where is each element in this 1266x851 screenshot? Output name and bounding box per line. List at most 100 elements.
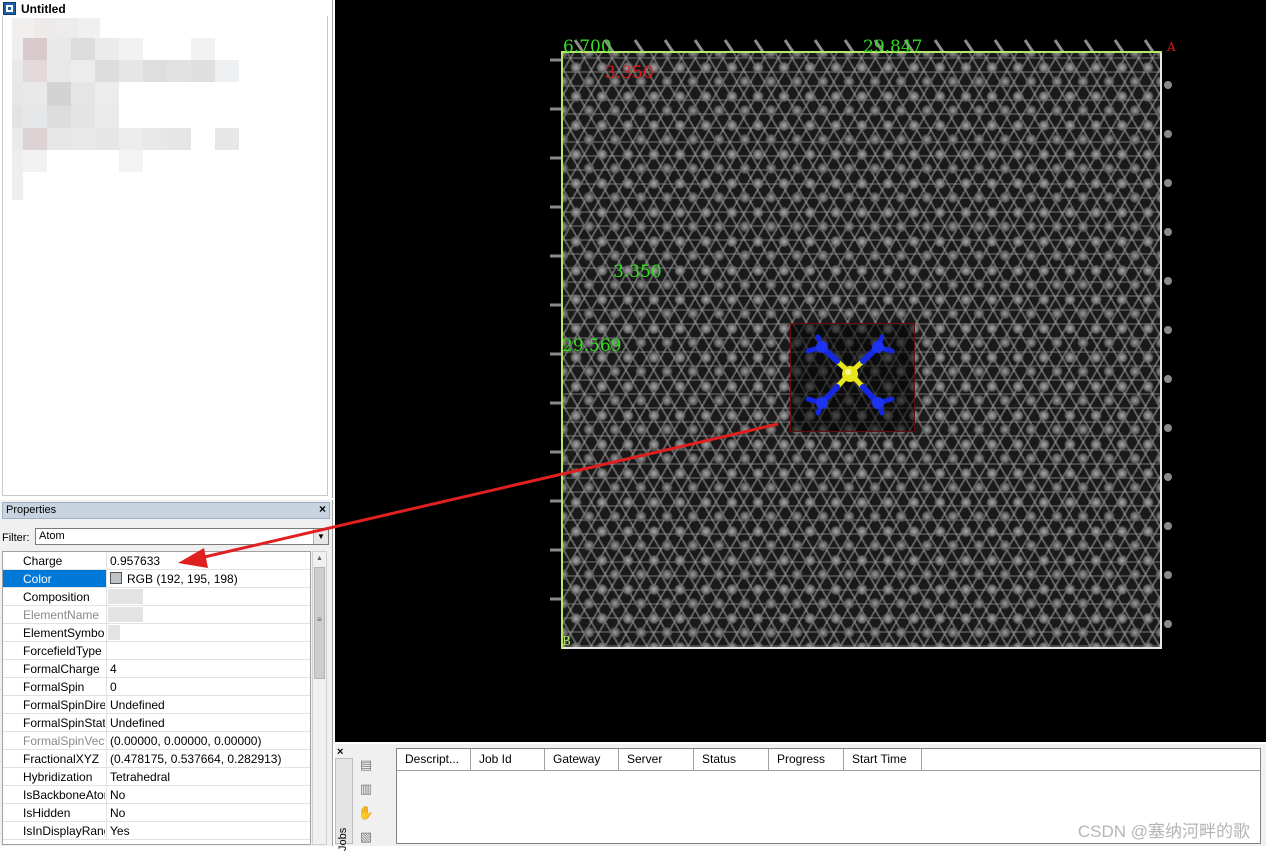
property-value[interactable]: (0.00000, 0.00000, 0.00000) [110,734,261,748]
property-row-charge[interactable]: Charge 0.957633 [3,552,310,570]
property-row-formalspinvector[interactable]: FormalSpinVector (0.00000, 0.00000, 0.000… [3,732,310,750]
property-row-elementname[interactable]: ElementName [3,606,310,624]
property-value[interactable]: No [110,788,125,802]
scrollbar-thumb[interactable]: ≡ [314,567,325,679]
property-value[interactable]: RGB (192, 195, 198) [110,572,238,586]
properties-panel: Properties × Filter: Atom ▼ Charge 0.9576… [0,500,333,846]
column-divider [106,768,107,786]
property-row-fractionalxyz[interactable]: FractionalXYZ (0.478175, 0.537664, 0.2829… [3,750,310,768]
jobs-tab[interactable]: Jobs [335,758,353,851]
property-row-composition[interactable]: Composition [3,588,310,606]
job-list-icon[interactable]: ▥ [357,780,375,798]
property-value[interactable]: Yes [110,824,130,838]
property-row-color[interactable]: Color RGB (192, 195, 198) [3,570,310,588]
property-value[interactable]: Undefined [110,698,165,712]
dimension-label-top-left: 6.700 [563,37,612,57]
property-row-isbackboneatom[interactable]: IsBackboneAtom No [3,786,310,804]
chevron-down-icon[interactable]: ▼ [313,529,328,544]
property-row-elementsymbol[interactable]: ElementSymbol [3,624,310,642]
property-value[interactable]: Tetrahedral [110,770,170,784]
property-row-hybridization[interactable]: Hybridization Tetrahedral [3,768,310,786]
jobs-column-header[interactable]: Start Time [844,749,922,770]
property-value[interactable]: (0.478175, 0.537664, 0.282913) [110,752,281,766]
properties-title: Properties [6,504,57,516]
axis-b-label: B [562,634,571,648]
column-divider [106,660,107,678]
property-name: ElementSymbol [23,626,105,640]
property-value[interactable]: 0.957633 [110,554,160,568]
filter-label: Filter: [2,532,30,544]
properties-close-button[interactable]: × [319,502,326,516]
jobs-close-button[interactable]: × [337,746,343,758]
property-row-formalcharge[interactable]: FormalCharge 4 [3,660,310,678]
property-value[interactable]: 4 [110,662,117,676]
jobs-column-header[interactable]: Job Id [471,749,545,770]
jobs-column-header[interactable]: Progress [769,749,844,770]
property-row-ishidden[interactable]: IsHidden No [3,804,310,822]
dimension-label-mid: 3.350 [613,262,662,282]
tree-view[interactable] [2,16,328,496]
obscured-value [108,607,143,622]
filter-select-value: Atom [39,530,65,542]
jobs-column-header[interactable]: Server [619,749,694,770]
property-name: IsInDisplayRange [23,824,105,838]
property-name: FormalSpinDirection [23,698,105,712]
dimension-label-red: 3.350 [605,63,654,83]
property-name: FormalCharge [23,662,100,676]
jobs-table-header: Descript... Job Id Gateway Server Status Prog… [397,749,1260,771]
column-divider [106,552,107,570]
dopant-molecule[interactable] [790,323,915,432]
obscured-value [108,589,143,604]
dimension-label-side: 29.569 [562,336,622,356]
property-value[interactable]: Undefined [110,716,165,730]
property-name: Composition [23,590,90,604]
tree-root-item[interactable]: Untitled [3,1,66,16]
jobs-toolbar: ▤ ▥ ✋ ▧ [354,750,394,844]
color-swatch [110,572,122,584]
watermark: CSDN @塞纳河畔的歌 [1077,822,1250,841]
column-divider [106,822,107,840]
obscured-value [108,625,120,640]
jobs-column-header[interactable]: Status [694,749,769,770]
property-row-formalspinstate[interactable]: FormalSpinState Undefined [3,714,310,732]
property-value[interactable]: No [110,806,125,820]
property-name: Charge [23,554,63,568]
property-row-formalspindirection[interactable]: FormalSpinDirection Undefined [3,696,310,714]
property-row-forcefieldtype[interactable]: ForcefieldType [3,642,310,660]
project-tree-panel: Untitled [0,0,333,498]
property-name: IsHidden [23,806,71,820]
property-name: ElementName [23,608,100,622]
column-divider [106,804,107,822]
property-name: FormalSpinState [23,716,105,730]
property-grid[interactable]: Charge 0.957633 Color RGB (192, 195, 198) Co… [2,551,311,845]
filter-select[interactable]: Atom ▼ [35,528,329,545]
axis-a-label: A [1167,40,1176,54]
filter-row: Filter: Atom ▼ [2,528,330,546]
job-download-icon[interactable]: ▧ [357,828,375,846]
dimension-label-top-center: 29.847 [863,37,923,57]
column-divider [106,750,107,768]
unit-cell-a-vector [561,51,1162,53]
column-divider [106,786,107,804]
jobs-column-header[interactable]: Descript... [397,749,471,770]
jobs-column-header[interactable]: Gateway [545,749,619,770]
property-grid-scrollbar[interactable]: ▲ ≡ [312,551,327,845]
property-row-isindisplayrange[interactable]: IsInDisplayRange Yes [3,822,310,840]
scroll-up-arrow-icon[interactable]: ▲ [313,552,326,566]
property-value[interactable]: 0 [110,680,117,694]
column-divider [106,678,107,696]
property-value-text: RGB (192, 195, 198) [127,572,238,586]
job-properties-icon[interactable]: ▤ [357,756,375,774]
column-divider [106,696,107,714]
structure-viewer[interactable]: 6.700 29.847 3.350 3.350 29.569 A B [335,0,1266,742]
property-name: FractionalXYZ [23,752,100,766]
column-divider [106,588,107,606]
column-divider [106,570,107,588]
property-row-formalspin[interactable]: FormalSpin 0 [3,678,310,696]
job-stop-icon[interactable]: ✋ [357,804,375,822]
scrollbar-grip-icon: ≡ [317,615,322,624]
column-divider [106,714,107,732]
property-name: FormalSpin [23,680,85,694]
property-name: IsBackboneAtom [23,788,105,802]
property-name: Color [23,572,52,586]
